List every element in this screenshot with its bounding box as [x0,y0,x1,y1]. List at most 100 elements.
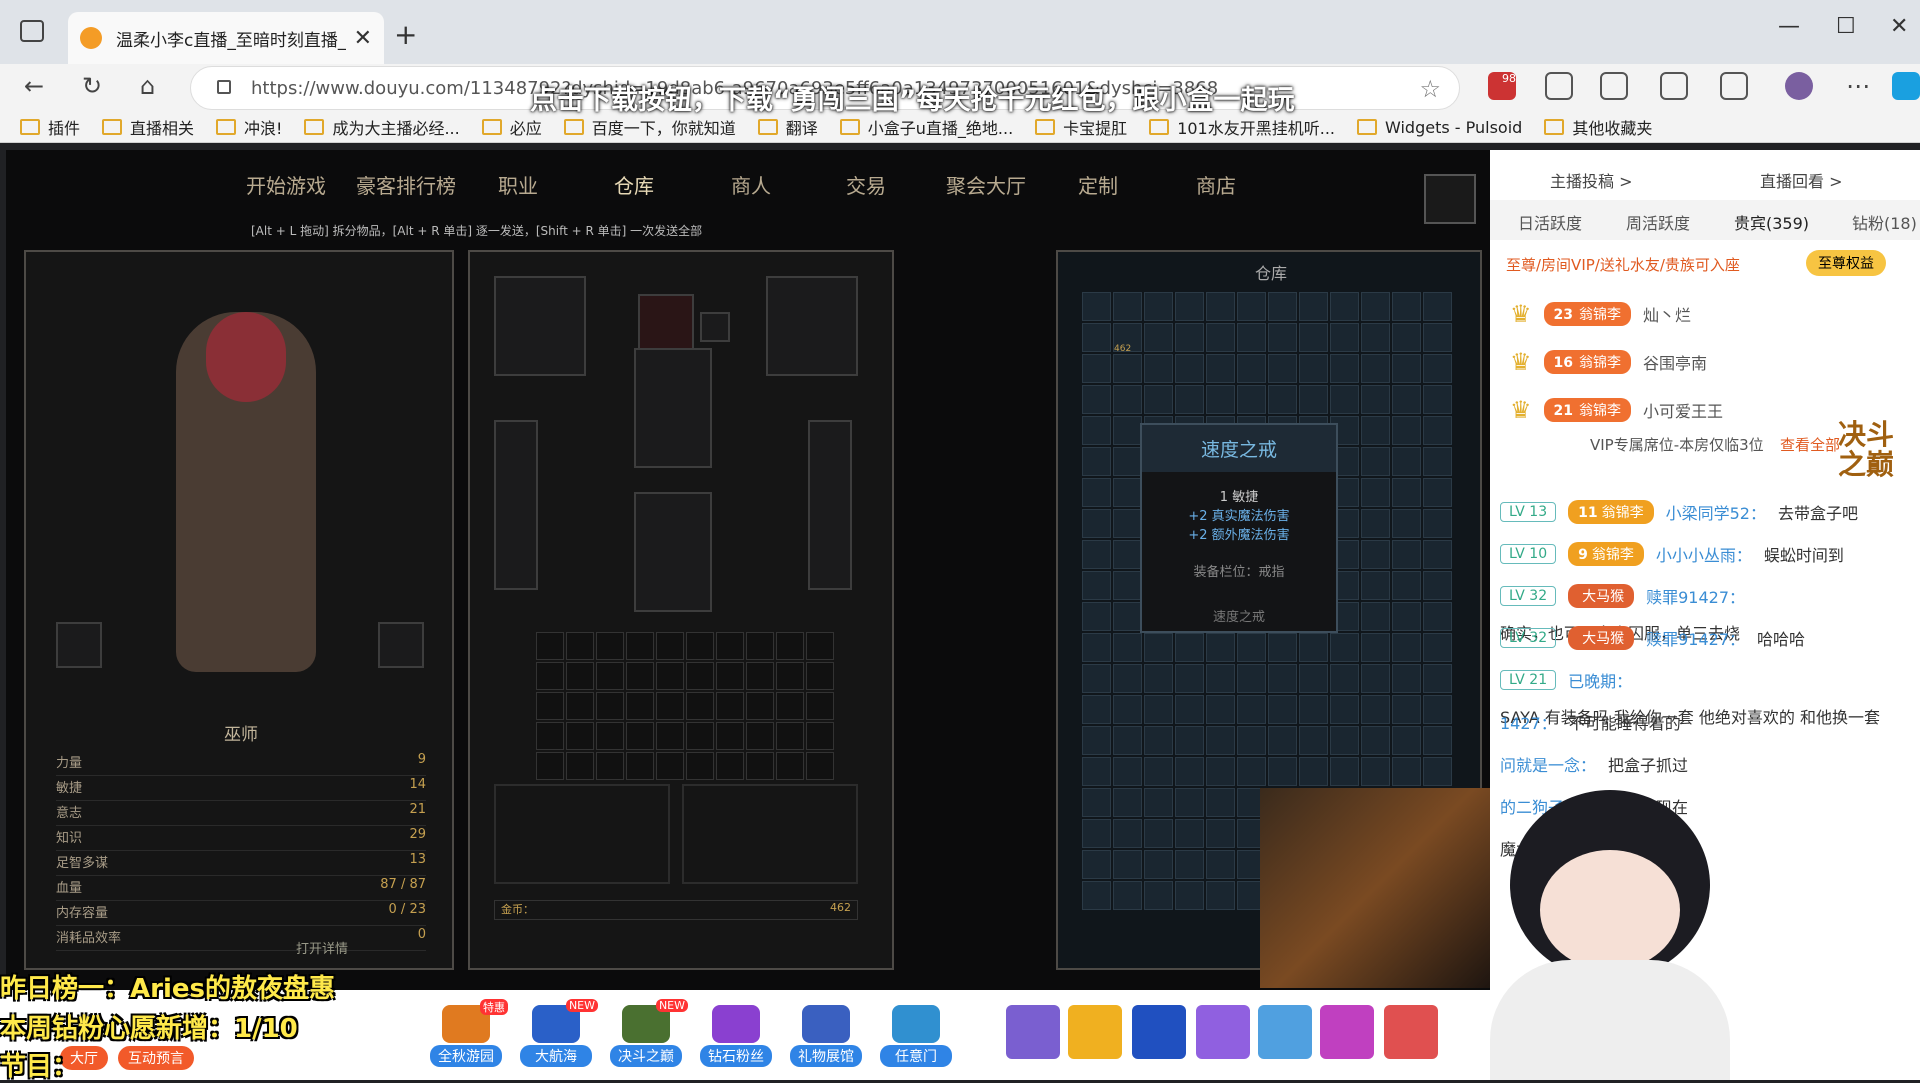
bag-cell[interactable] [806,692,834,720]
stash-cell[interactable] [1423,292,1452,321]
stash-cell[interactable] [1268,757,1297,786]
stash-cell[interactable] [1113,292,1142,321]
stash-cell[interactable] [1392,447,1421,476]
favorites-icon[interactable] [1660,72,1688,100]
chat-username[interactable]: 赎罪91427： [1646,626,1745,650]
stash-cell[interactable] [1423,757,1452,786]
bag-cell[interactable] [806,662,834,690]
stash-cell[interactable] [1299,385,1328,414]
legs-slot[interactable] [634,492,712,612]
stash-cell[interactable] [1113,540,1142,569]
stash-cell[interactable] [1423,695,1452,724]
stash-cell[interactable] [1330,292,1359,321]
stash-cell[interactable] [1175,695,1204,724]
stash-cell[interactable] [1361,571,1390,600]
bookmark-item[interactable]: 冲浪! [216,115,282,139]
bag-cell[interactable] [596,632,624,660]
stash-cell[interactable] [1144,695,1173,724]
maximize-icon[interactable]: ☐ [1836,14,1856,39]
bookmark-item[interactable]: 必应 [481,115,542,139]
vip-seat[interactable]: ♛ 16 翁锦李 谷围亭南 [1510,348,1707,376]
stash-cell[interactable] [1361,695,1390,724]
bookmark-item[interactable]: Widgets - Pulsoid [1357,118,1522,137]
stash-cell[interactable] [1361,323,1390,352]
stash-cell[interactable] [1361,354,1390,383]
stash-cell[interactable] [1144,819,1173,848]
game-tab[interactable]: 交易 [846,170,886,199]
stash-cell[interactable] [1361,726,1390,755]
stash-cell[interactable] [1361,416,1390,445]
bag-cell[interactable] [536,662,564,690]
bookmark-item[interactable]: 其他收藏夹 [1544,115,1652,139]
stash-cell[interactable] [1361,478,1390,507]
bookmark-item[interactable]: 101水友开黑挂机听... [1149,115,1335,139]
stash-slot[interactable] [494,784,670,884]
stash-cell[interactable] [1175,788,1204,817]
stash-cell[interactable] [1175,850,1204,879]
stash-cell[interactable] [1113,850,1142,879]
stash-cell[interactable] [1392,354,1421,383]
bag-cell[interactable] [656,632,684,660]
stash-cell[interactable] [1423,540,1452,569]
stash-cell[interactable] [1423,509,1452,538]
activity-button[interactable]: 礼物展馆 [790,1005,862,1067]
stash-cell[interactable] [1268,633,1297,662]
bag-cell[interactable] [596,752,624,780]
split-screen-icon[interactable] [1600,72,1628,100]
bag-cell[interactable] [806,632,834,660]
stash-cell[interactable] [1392,509,1421,538]
stash-cell[interactable] [1144,292,1173,321]
bag-cell[interactable] [746,752,774,780]
stash-cell[interactable] [1330,354,1359,383]
stash-cell[interactable] [1423,323,1452,352]
stash-cell[interactable] [1175,664,1204,693]
stash-cell[interactable] [1423,447,1452,476]
gift-icon[interactable] [1068,1005,1122,1059]
stash-cell[interactable] [1113,664,1142,693]
equip-slot[interactable] [766,276,858,376]
bag-cell[interactable] [686,752,714,780]
stash-cell[interactable] [1144,726,1173,755]
stash-cell[interactable] [1144,757,1173,786]
home-icon[interactable]: ⌂ [140,72,155,100]
ring-slot-right[interactable] [378,622,424,668]
stash-cell[interactable] [1423,726,1452,755]
bag-cell[interactable] [656,692,684,720]
stash-cell[interactable] [1144,354,1173,383]
stash-cell[interactable] [1361,602,1390,631]
bag-cell[interactable] [566,632,594,660]
bookmark-item[interactable]: 插件 [20,115,80,139]
stash-cell[interactable] [1082,850,1111,879]
open-details-button[interactable]: 打开详情 [296,938,348,957]
stash-cell[interactable] [1392,664,1421,693]
stash-cell[interactable] [1361,292,1390,321]
stash-cell[interactable] [1082,633,1111,662]
stash-cell[interactable] [1082,478,1111,507]
stash-cell[interactable] [1175,354,1204,383]
stash-cell[interactable] [1392,385,1421,414]
close-tab-icon[interactable]: ✕ [354,26,372,51]
stash-cell[interactable] [1392,292,1421,321]
stash-cell[interactable] [1206,757,1235,786]
activity-button[interactable]: 钻石粉丝 [700,1005,772,1067]
stash-cell[interactable] [1082,509,1111,538]
stash-cell[interactable] [1392,757,1421,786]
bag-cell[interactable] [656,662,684,690]
gift-icon[interactable] [1384,1005,1438,1059]
stash-cell[interactable] [1237,292,1266,321]
activity-button[interactable]: NEW 大航海 [520,999,598,1067]
game-tab[interactable]: 商店 [1196,170,1236,199]
utility-slots[interactable] [494,420,538,590]
bag-cell[interactable] [536,632,564,660]
stash-cell[interactable] [1392,416,1421,445]
activity-button[interactable]: NEW 决斗之巅 [610,999,688,1067]
ring-slot-left[interactable] [56,622,102,668]
stash-cell[interactable] [1206,323,1235,352]
stash-cell[interactable] [1268,323,1297,352]
bag-cell[interactable] [776,662,804,690]
vip-seat[interactable]: ♛ 23 翁锦李 灿丶烂 [1510,300,1691,328]
stash-cell[interactable] [1237,757,1266,786]
stash-cell[interactable] [1082,416,1111,445]
bag-cell[interactable] [566,692,594,720]
stash-cell[interactable] [1082,571,1111,600]
